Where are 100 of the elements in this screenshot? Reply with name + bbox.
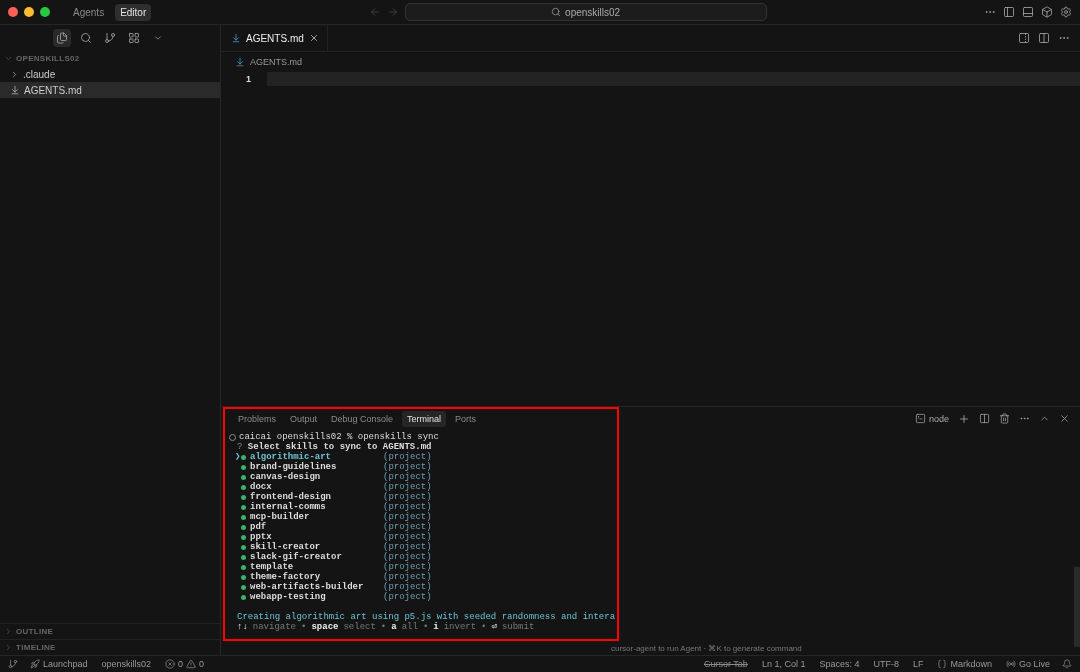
skill-name[interactable]: mcp-builder xyxy=(250,512,383,522)
panel-tab[interactable]: Problems xyxy=(233,411,281,427)
skill-tag: (project) xyxy=(383,502,432,512)
selected-dot-icon xyxy=(241,454,246,460)
remote-icon[interactable] xyxy=(8,659,18,669)
tree-item[interactable]: AGENTS.md xyxy=(0,82,220,98)
skill-name[interactable]: webapp-testing xyxy=(250,592,383,602)
separator: • xyxy=(301,622,307,632)
markdown-icon xyxy=(235,57,245,67)
skill-name[interactable]: docx xyxy=(250,482,383,492)
bell-icon[interactable] xyxy=(1062,659,1072,669)
key-hint: space xyxy=(311,622,339,632)
prompt-line: caicai openskills02 % openskills sync xyxy=(239,432,439,442)
selected-dot-icon xyxy=(241,484,246,490)
cube-icon[interactable] xyxy=(1041,6,1053,18)
add-icon[interactable] xyxy=(958,413,970,425)
selected-dot-icon xyxy=(241,504,246,510)
terminal-profile[interactable]: node xyxy=(914,413,949,424)
selected-dot-icon xyxy=(241,564,246,570)
split-icon[interactable] xyxy=(979,413,990,424)
selected-dot-icon xyxy=(241,514,246,520)
panel-tab[interactable]: Debug Console xyxy=(326,411,399,427)
mode-tab[interactable]: Editor xyxy=(115,3,152,21)
skill-tag: (project) xyxy=(383,542,432,552)
zoom-light[interactable] xyxy=(40,7,50,17)
skill-name[interactable]: algorithmic-art xyxy=(250,452,383,462)
skill-name[interactable]: pdf xyxy=(250,522,383,532)
selected-dot-icon xyxy=(241,534,246,540)
skill-name[interactable]: skill-creator xyxy=(250,542,383,552)
panel-tab[interactable]: Output xyxy=(285,411,323,427)
breadcrumb[interactable]: AGENTS.md xyxy=(221,52,1080,72)
panel-tab[interactable]: Terminal xyxy=(402,411,447,427)
trash-icon[interactable] xyxy=(999,413,1010,424)
skill-name[interactable]: brand-guidelines xyxy=(250,462,383,472)
skill-description: Creating algorithmic art using p5.js with seeded randomness and intera xyxy=(237,612,616,622)
sidebar-toggle-icon[interactable] xyxy=(1003,6,1015,18)
status-item[interactable]: Cursor Tab xyxy=(702,658,750,670)
skill-name[interactable]: canvas-design xyxy=(250,472,383,482)
separator: • xyxy=(481,622,487,632)
preview-icon[interactable] xyxy=(1018,32,1030,44)
markdown-icon xyxy=(231,33,241,43)
close-icon[interactable] xyxy=(1059,413,1070,424)
skill-tag: (project) xyxy=(383,592,432,602)
skill-tag: (project) xyxy=(383,552,432,562)
selected-dot-icon xyxy=(241,494,246,500)
line-number: 1 xyxy=(245,74,252,84)
skill-tag: (project) xyxy=(383,452,432,462)
status-item[interactable]: Go Live xyxy=(1003,658,1052,670)
markdown-icon xyxy=(10,85,20,95)
skill-name[interactable]: frontend-design xyxy=(250,492,383,502)
problems-item[interactable]: 0 0 xyxy=(163,658,207,670)
key-hint: ↑↓ xyxy=(237,622,248,632)
close-light[interactable] xyxy=(8,7,18,17)
hint-label: submit xyxy=(501,622,535,632)
skill-tag: (project) xyxy=(383,462,432,472)
skill-tag: (project) xyxy=(383,482,432,492)
hint-label: select xyxy=(343,622,376,632)
key-hint: ⏎ xyxy=(491,622,497,632)
skill-tag: (project) xyxy=(383,562,432,572)
skill-name[interactable]: slack-gif-creator xyxy=(250,552,383,562)
key-hint: i xyxy=(433,622,439,632)
skill-name[interactable]: template xyxy=(250,562,383,572)
skill-tag: (project) xyxy=(383,532,432,542)
skill-tag: (project) xyxy=(383,572,432,582)
skill-name[interactable]: web-artifacts-builder xyxy=(250,582,383,592)
selected-dot-icon xyxy=(241,544,246,550)
skill-name[interactable]: theme-factory xyxy=(250,572,383,582)
hint-label: navigate xyxy=(252,622,297,632)
skill-tag: (project) xyxy=(383,512,432,522)
settings-icon[interactable] xyxy=(1060,6,1072,18)
selected-dot-icon xyxy=(241,524,246,530)
warning-icon xyxy=(186,659,197,669)
skill-name[interactable]: pptx xyxy=(250,532,383,542)
panel-toggle-icon[interactable] xyxy=(1022,6,1034,18)
branch-item[interactable]: openskills02 xyxy=(99,658,154,670)
close-icon[interactable] xyxy=(308,33,319,43)
file-name: .claude xyxy=(23,68,56,80)
status-item[interactable]: Ln 1, Col 1 xyxy=(759,658,808,670)
branch-icon[interactable] xyxy=(104,31,116,44)
file-tab[interactable]: AGENTS.md xyxy=(221,25,328,51)
search-icon[interactable] xyxy=(80,31,92,44)
selected-dot-icon xyxy=(241,574,246,580)
minimize-light[interactable] xyxy=(24,7,34,17)
status-item[interactable]: Markdown xyxy=(935,658,994,670)
extensions-icon[interactable] xyxy=(128,31,140,44)
key-hint: a xyxy=(391,622,397,632)
status-item[interactable]: UTF-8 xyxy=(871,658,901,670)
mode-tab[interactable]: Agents xyxy=(68,3,110,21)
split-icon[interactable] xyxy=(1038,32,1050,44)
launchpad-item[interactable]: Launchpad xyxy=(28,658,90,670)
terminal-icon xyxy=(914,413,926,424)
panel-tab[interactable]: Ports xyxy=(450,411,482,427)
tree-item[interactable]: .claude xyxy=(0,66,220,82)
search-field[interactable]: openskills02 xyxy=(404,3,767,21)
selected-dot-icon xyxy=(241,554,246,560)
status-item[interactable]: LF xyxy=(910,658,926,670)
question-mark: ? xyxy=(237,442,243,452)
skill-name[interactable]: internal-comms xyxy=(250,502,383,512)
skill-tag: (project) xyxy=(383,582,432,592)
status-item[interactable]: Spaces: 4 xyxy=(817,658,862,670)
